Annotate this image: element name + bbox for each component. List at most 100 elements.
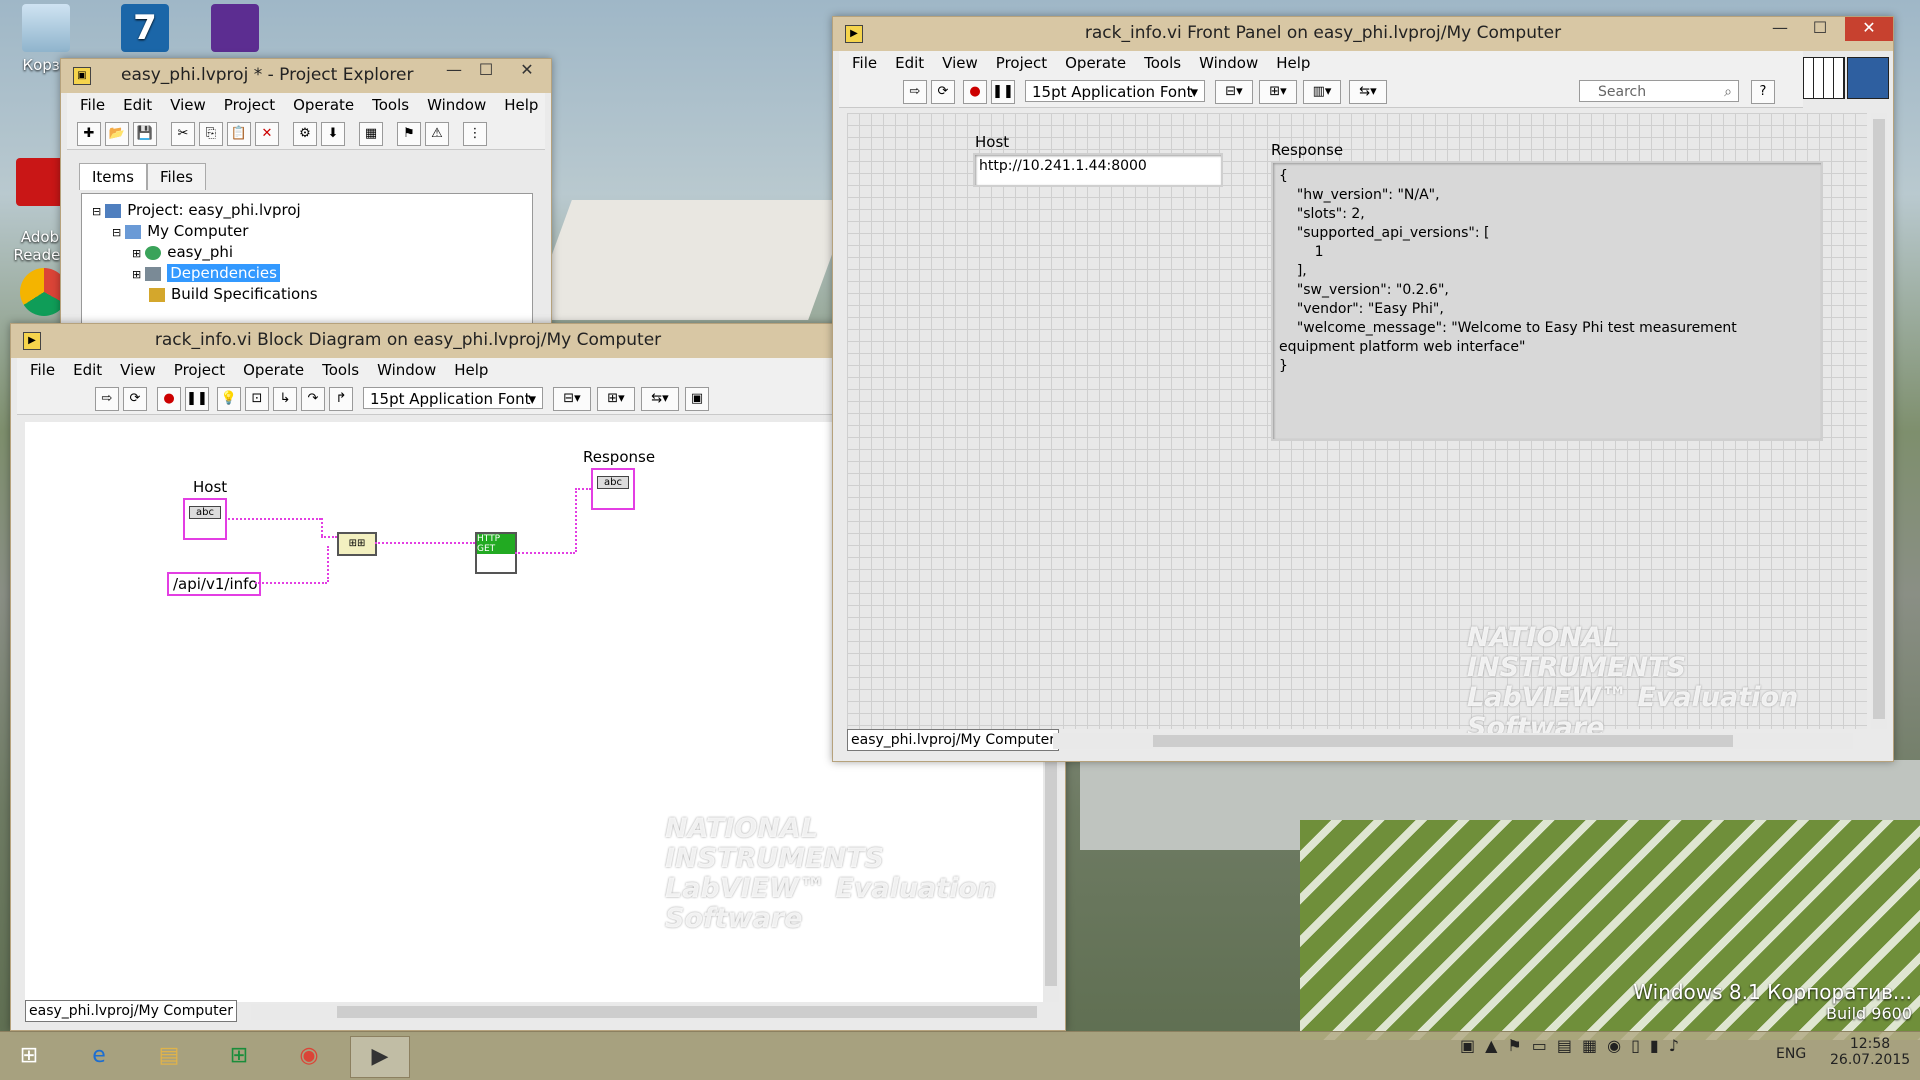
cut-icon[interactable]: ✂: [171, 122, 195, 146]
menu-operate[interactable]: Operate: [1058, 54, 1133, 72]
wire[interactable]: [575, 488, 577, 552]
store-icon[interactable]: ⊞: [210, 1036, 268, 1076]
vi-icon[interactable]: [1847, 57, 1889, 99]
menu-window[interactable]: Window: [370, 361, 443, 379]
highlight-execution-icon[interactable]: 💡: [217, 387, 241, 411]
distribute-objects-icon[interactable]: ⊞▾: [597, 387, 635, 411]
pause-icon[interactable]: ❚❚: [991, 80, 1015, 104]
menu-edit[interactable]: Edit: [888, 54, 931, 72]
wire[interactable]: [321, 536, 337, 538]
host-string-control[interactable]: http://10.241.1.44:8000: [973, 153, 1223, 187]
minimize-button[interactable]: —: [437, 59, 471, 83]
front-panel-window[interactable]: ▶ rack_info.vi Front Panel on easy_phi.l…: [832, 16, 1894, 762]
font-select[interactable]: 15pt Application Font ▾: [1025, 80, 1205, 102]
copy-icon[interactable]: ⎘: [199, 122, 223, 146]
resolve-icon[interactable]: ⚑: [397, 122, 421, 146]
font-select[interactable]: 15pt Application Font ▾: [363, 387, 543, 409]
chrome-icon[interactable]: ◉: [280, 1036, 338, 1076]
vertical-scrollbar[interactable]: [1871, 113, 1887, 729]
menu-window[interactable]: Window: [420, 96, 493, 114]
menu-view[interactable]: View: [935, 54, 985, 72]
search-input[interactable]: Search ⌕: [1579, 80, 1739, 102]
wire[interactable]: [575, 488, 591, 490]
desktop-icon-7zip[interactable]: 7: [115, 4, 175, 56]
wire[interactable]: [515, 552, 575, 554]
menu-view[interactable]: View: [113, 361, 163, 379]
tab-items[interactable]: Items: [79, 163, 147, 190]
open-icon[interactable]: 📂: [105, 122, 129, 146]
project-explorer-window[interactable]: ▣ easy_phi.lvproj * - Project Explorer —…: [60, 58, 552, 335]
file-explorer-icon[interactable]: ▤: [140, 1036, 198, 1076]
scrollbar-thumb[interactable]: [1873, 119, 1885, 719]
menu-help[interactable]: Help: [447, 361, 495, 379]
connector-pane-icon[interactable]: [1803, 57, 1845, 99]
path-string-constant[interactable]: /api/v1/info: [167, 572, 261, 596]
wire[interactable]: [255, 582, 327, 584]
menu-project[interactable]: Project: [217, 96, 282, 114]
run-continuously-icon[interactable]: ⟳: [931, 80, 955, 104]
minimize-button[interactable]: —: [1763, 17, 1797, 41]
reorder-icon[interactable]: ⇆▾: [1349, 80, 1387, 104]
desktop-icon-visual-studio[interactable]: [205, 4, 265, 56]
wire[interactable]: [327, 546, 329, 582]
menu-window[interactable]: Window: [1192, 54, 1265, 72]
menu-help[interactable]: Help: [1269, 54, 1317, 72]
warning-icon[interactable]: ⚠: [425, 122, 449, 146]
menu-tools[interactable]: Tools: [315, 361, 366, 379]
scrollbar-thumb[interactable]: [337, 1006, 1037, 1018]
tree-item-project[interactable]: ⊟ Project: easy_phi.lvproj: [92, 200, 301, 220]
horizontal-scrollbar[interactable]: [251, 1004, 1037, 1020]
step-into-icon[interactable]: ↳: [273, 387, 297, 411]
expand-icon[interactable]: ⊞: [132, 268, 141, 281]
resize-objects-icon[interactable]: ▥▾: [1303, 80, 1341, 104]
wire[interactable]: [225, 518, 321, 520]
run-continuously-icon[interactable]: ⟳: [123, 387, 147, 411]
deploy-icon[interactable]: ⬇: [321, 122, 345, 146]
expand-icon[interactable]: ⊞: [132, 247, 141, 260]
tree-item-dependencies[interactable]: ⊞ Dependencies: [132, 263, 280, 283]
run-icon[interactable]: ⇨: [95, 387, 119, 411]
help-icon[interactable]: ?: [1751, 80, 1775, 104]
save-all-icon[interactable]: 💾: [133, 122, 157, 146]
project-tree[interactable]: ⊟ Project: easy_phi.lvproj ⊟ My Computer ⊞…: [81, 193, 533, 335]
run-icon[interactable]: ⇨: [903, 80, 927, 104]
paste-icon[interactable]: 📋: [227, 122, 251, 146]
concatenate-strings-node[interactable]: ⊞⊞: [337, 532, 377, 556]
abort-icon[interactable]: ●: [157, 387, 181, 411]
step-over-icon[interactable]: ↷: [301, 387, 325, 411]
project-tree-icon[interactable]: ⋮: [463, 122, 487, 146]
clock[interactable]: 12:58 26.07.2015: [1830, 1036, 1910, 1068]
menu-file[interactable]: File: [23, 361, 62, 379]
abort-icon[interactable]: ●: [963, 80, 987, 104]
wire[interactable]: [375, 542, 475, 544]
delete-icon[interactable]: ✕: [255, 122, 279, 146]
system-tray-icons[interactable]: ▣▲⚑▭▤▦◉▯▮♪: [1460, 1036, 1689, 1055]
align-objects-icon[interactable]: ⊟▾: [1215, 80, 1253, 104]
horizontal-scrollbar[interactable]: [1053, 733, 1853, 749]
menu-view[interactable]: View: [163, 96, 213, 114]
tab-files[interactable]: Files: [146, 163, 206, 190]
language-indicator[interactable]: ENG: [1776, 1046, 1806, 1062]
close-button[interactable]: ✕: [503, 59, 551, 83]
view-icon[interactable]: ▦: [359, 122, 383, 146]
menu-tools[interactable]: Tools: [365, 96, 416, 114]
tree-item-my-computer[interactable]: ⊟ My Computer: [112, 221, 248, 241]
build-icon[interactable]: ⚙: [293, 122, 317, 146]
response-terminal[interactable]: abc: [591, 468, 635, 510]
http-get-node[interactable]: HTTP GET: [475, 532, 517, 574]
tree-item-build-specifications[interactable]: Build Specifications: [149, 284, 318, 304]
menu-edit[interactable]: Edit: [66, 361, 109, 379]
menu-file[interactable]: File: [845, 54, 884, 72]
menu-project[interactable]: Project: [167, 361, 232, 379]
step-out-icon[interactable]: ↱: [329, 387, 353, 411]
menu-project[interactable]: Project: [989, 54, 1054, 72]
retain-wire-values-icon[interactable]: ⊡: [245, 387, 269, 411]
search-icon[interactable]: ⌕: [1724, 81, 1732, 103]
maximize-button[interactable]: ☐: [1803, 17, 1837, 41]
menu-edit[interactable]: Edit: [116, 96, 159, 114]
distribute-objects-icon[interactable]: ⊞▾: [1259, 80, 1297, 104]
align-objects-icon[interactable]: ⊟▾: [553, 387, 591, 411]
close-button[interactable]: ✕: [1845, 17, 1893, 41]
collapse-icon[interactable]: ⊟: [112, 226, 121, 239]
front-panel-canvas[interactable]: Host http://10.241.1.44:8000 Response { …: [847, 113, 1867, 743]
